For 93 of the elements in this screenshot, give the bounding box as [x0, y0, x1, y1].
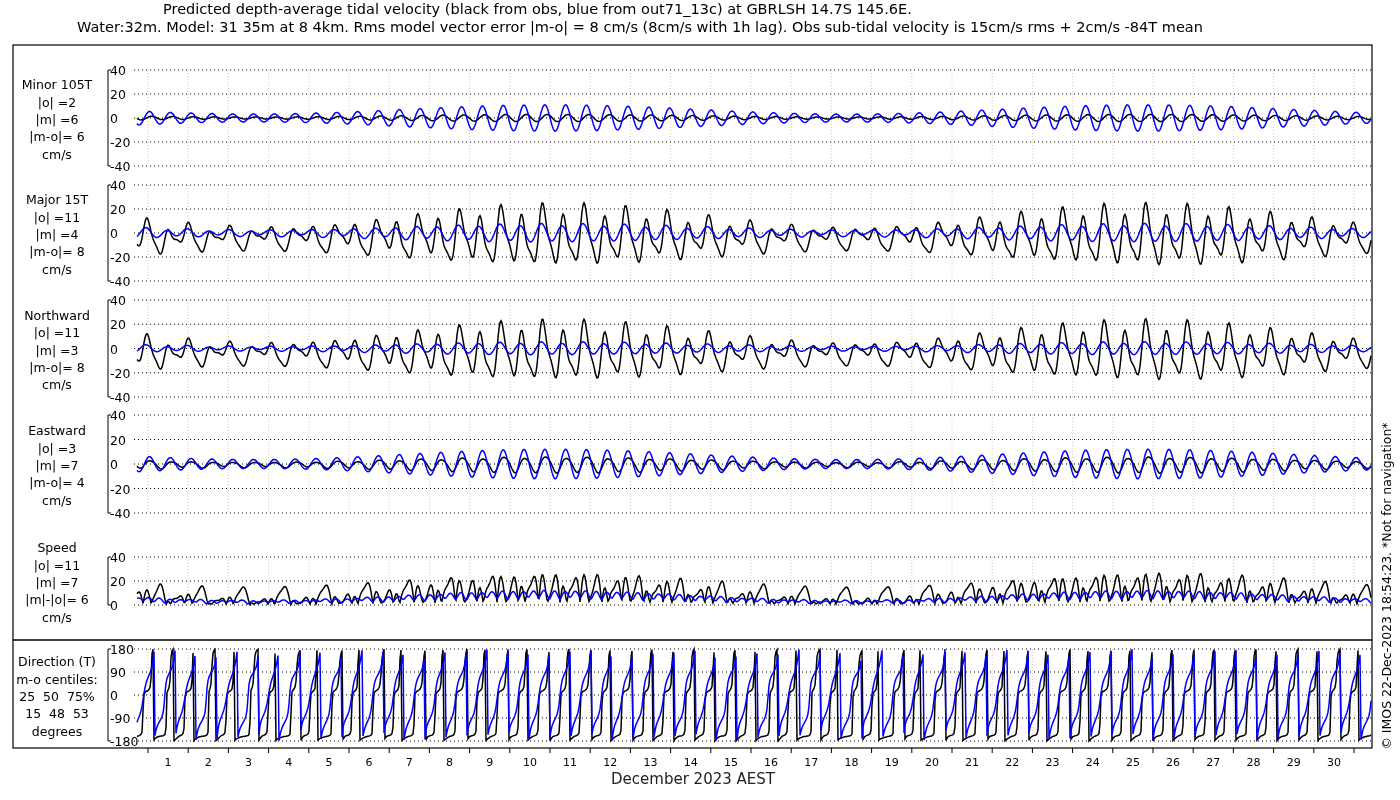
panel-label: degrees: [31, 723, 83, 739]
panel-label: |m-o|= 8: [29, 359, 85, 375]
panel-label: |m| =7: [35, 458, 79, 473]
y-tick-label: 40: [110, 550, 126, 565]
x-tick-label: 17: [804, 756, 819, 769]
x-tick-label: 28: [1246, 756, 1261, 769]
x-tick-label: 27: [1206, 756, 1221, 769]
y-tick-label: 40: [110, 408, 126, 423]
panel-label: |o| =11: [33, 557, 81, 573]
x-tick-label: 25: [1125, 756, 1140, 769]
x-tick-label: 4: [285, 756, 293, 769]
y-tick-label: -20: [110, 365, 131, 381]
panel-label: |m| =6: [35, 112, 79, 127]
x-tick-label: 19: [884, 756, 899, 769]
y-tick-label: 20: [110, 432, 126, 448]
x-tick-label: 30: [1326, 756, 1341, 769]
panel-label: cm/s: [42, 492, 72, 508]
x-tick-label: 7: [405, 756, 413, 769]
y-tick-label: -20: [110, 135, 131, 150]
y-tick-label: 40: [110, 178, 126, 193]
panel-label: |m|-|o|= 6: [25, 592, 89, 608]
panel-label: |m-o|= 4: [29, 475, 85, 491]
panel-label: cm/s: [42, 609, 72, 625]
y-tick-label: -40: [110, 390, 131, 405]
panel-label: cm/s: [42, 377, 72, 393]
panel-label: Northward: [24, 307, 90, 323]
panel-label: Eastward: [28, 423, 86, 439]
y-tick-label: 0: [110, 226, 118, 241]
x-tick-label: 23: [1045, 756, 1060, 769]
x-tick-label: 18: [844, 756, 859, 769]
chart-title: Water:32m. Model: 31 35m at 8 4km. Rms model vector error |m-o| = 8 cm/s (8cm/s with 1h lag). Obs sub-tidal velocity is 15cm/s rms + 2cm/s -84T mean: [77, 19, 1203, 35]
y-axis: [107, 556, 112, 606]
panel-label: Minor 105T: [21, 77, 93, 93]
y-tick-label: 0: [110, 111, 118, 126]
y-tick-label: 0: [110, 457, 118, 472]
panel-label: |m-o|= 6: [29, 129, 85, 145]
panel-label: cm/s: [42, 261, 72, 277]
panel-label: Major 15T: [25, 192, 89, 208]
x-axis-label: December 2023 AEST: [611, 770, 775, 788]
panel-label: |o| =11: [33, 209, 81, 225]
x-tick-label: 8: [446, 756, 453, 769]
y-tick-label: 20: [110, 87, 126, 102]
y-tick-label: 0: [110, 688, 118, 703]
chart-title: Predicted depth-average tidal velocity (black from obs, blue from out71_13c) at GBRLSH 14.7S 145.6E.: [163, 1, 912, 17]
credit-text: © IMOS 22-Dec-2023 18:54:23. *Not for navigation*: [1379, 422, 1394, 750]
x-tick-label: 15: [723, 756, 738, 769]
y-tick-label: 20: [110, 317, 126, 333]
y-tick-label: 20: [110, 574, 126, 589]
panel-label: |o| =3: [37, 440, 77, 456]
y-tick-label: -40: [110, 159, 131, 174]
x-tick-label: 14: [683, 756, 698, 769]
panel-label: cm/s: [42, 146, 72, 162]
y-tick-label: 40: [110, 293, 126, 308]
x-tick-label: 13: [643, 756, 658, 769]
x-tick-label: 2: [204, 756, 212, 769]
y-tick-label: 0: [110, 598, 118, 613]
x-tick-label: 29: [1286, 756, 1301, 769]
panel-label: |m-o|= 8: [29, 244, 85, 260]
panel-label: Speed: [37, 540, 77, 556]
x-tick-label: 21: [965, 756, 980, 769]
x-tick-label: 26: [1166, 756, 1181, 769]
y-tick-label: 40: [110, 63, 126, 78]
panel-label: m-o centiles:: [16, 671, 98, 687]
panel-label: |o| =2: [37, 94, 77, 110]
y-tick-label: -180: [110, 734, 139, 749]
x-tick-label: 11: [563, 756, 578, 769]
x-tick-label: 10: [522, 756, 537, 769]
x-tick-label: 1: [164, 756, 172, 769]
y-tick-label: 180: [110, 642, 134, 657]
y-tick-label: -40: [110, 506, 131, 521]
x-tick-label: 16: [764, 756, 779, 769]
y-tick-label: -90: [110, 711, 131, 726]
panel-label: 25 50 75%: [19, 689, 95, 704]
y-tick-label: 20: [110, 202, 126, 217]
x-tick-label: 22: [1005, 756, 1020, 769]
y-tick-label: 0: [110, 341, 118, 357]
panel-label: |m| =4: [35, 227, 79, 242]
x-tick-label: 5: [325, 756, 333, 769]
y-tick-label: -20: [110, 250, 131, 265]
y-tick-label: -40: [110, 274, 131, 289]
panel-label: Direction (T): [18, 654, 96, 670]
y-tick-label: -20: [110, 481, 131, 497]
panel-label: |o| =11: [33, 325, 81, 341]
x-tick-label: 6: [365, 756, 373, 769]
x-tick-label: 12: [603, 756, 618, 769]
y-tick-label: 90: [110, 665, 126, 680]
x-tick-label: 3: [245, 756, 252, 769]
x-tick-label: 9: [486, 756, 494, 769]
panel-label: |m| =7: [35, 575, 79, 590]
x-tick-label: 24: [1085, 756, 1100, 769]
x-tick-label: 20: [924, 756, 939, 769]
panel-label: |m| =3: [35, 342, 79, 358]
panel-label: 15 48 53: [25, 706, 89, 722]
